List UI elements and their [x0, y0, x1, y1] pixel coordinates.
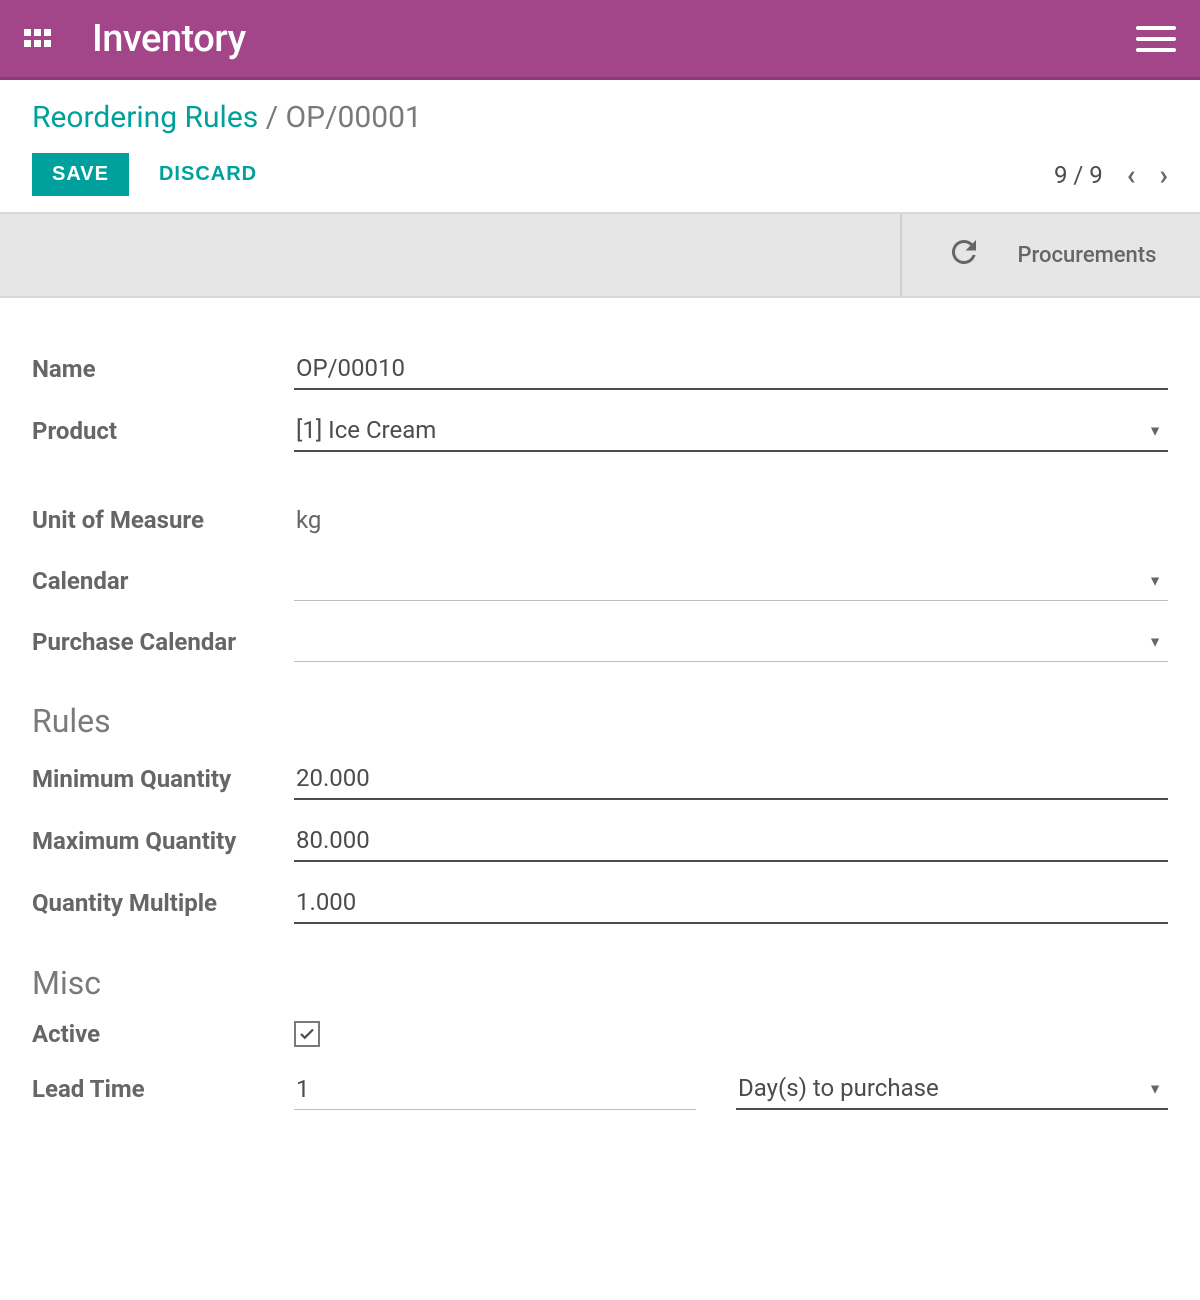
checkmark-icon: [298, 1025, 316, 1043]
app-header: Inventory: [0, 0, 1200, 80]
breadcrumb-parent-link[interactable]: Reordering Rules: [32, 100, 258, 135]
statbar: Procurements: [0, 212, 1200, 298]
lead-time-unit-select[interactable]: [736, 1068, 1168, 1110]
procurements-label: Procurements: [1018, 243, 1157, 268]
label-purchase-calendar: Purchase Calendar: [32, 628, 294, 656]
quantity-multiple-field[interactable]: [294, 882, 1168, 924]
section-misc: Misc: [32, 964, 1168, 1002]
pager-prev-icon[interactable]: ‹: [1127, 158, 1136, 191]
calendar-select[interactable]: [294, 560, 1168, 601]
section-rules: Rules: [32, 702, 1168, 740]
row-name: Name: [32, 348, 1168, 390]
row-calendar: Calendar ▼: [32, 560, 1168, 601]
procurements-button[interactable]: Procurements: [900, 214, 1200, 296]
apps-icon[interactable]: [24, 29, 52, 49]
label-name: Name: [32, 355, 294, 383]
label-uom: Unit of Measure: [32, 506, 294, 534]
label-max-qty: Maximum Quantity: [32, 827, 294, 855]
action-row: SAVE DISCARD 9 / 9 ‹ ›: [32, 153, 1168, 196]
pager-next-icon[interactable]: ›: [1160, 158, 1168, 191]
min-quantity-field[interactable]: [294, 758, 1168, 800]
uom-value: kg: [294, 500, 1168, 540]
refresh-icon: [946, 234, 982, 276]
label-active: Active: [32, 1020, 294, 1048]
row-max-qty: Maximum Quantity: [32, 820, 1168, 862]
statbar-spacer: [0, 214, 900, 296]
row-uom: Unit of Measure kg: [32, 500, 1168, 540]
purchase-calendar-select[interactable]: [294, 621, 1168, 662]
row-active: Active: [32, 1020, 1168, 1048]
row-purchase-calendar: Purchase Calendar ▼: [32, 621, 1168, 662]
app-title: Inventory: [92, 17, 246, 61]
row-qty-multiple: Quantity Multiple: [32, 882, 1168, 924]
name-field[interactable]: [294, 348, 1168, 390]
product-select[interactable]: [294, 410, 1168, 452]
row-lead-time: Lead Time ▼: [32, 1068, 1168, 1110]
breadcrumb-separator: /: [266, 100, 278, 135]
save-button[interactable]: SAVE: [32, 153, 129, 196]
row-product: Product ▼: [32, 410, 1168, 452]
pager: 9 / 9 ‹ ›: [1054, 158, 1168, 191]
discard-button[interactable]: DISCARD: [159, 163, 257, 186]
max-quantity-field[interactable]: [294, 820, 1168, 862]
label-qty-multiple: Quantity Multiple: [32, 889, 294, 917]
hamburger-menu-icon[interactable]: [1136, 26, 1176, 52]
row-min-qty: Minimum Quantity: [32, 758, 1168, 800]
label-calendar: Calendar: [32, 567, 294, 595]
form-sheet: Name Product ▼ Unit of Measure kg Calend…: [0, 298, 1200, 1160]
pager-count: 9 / 9: [1054, 161, 1103, 189]
label-min-qty: Minimum Quantity: [32, 765, 294, 793]
subheader: Reordering Rules / OP/00001 SAVE DISCARD…: [0, 80, 1200, 212]
active-checkbox[interactable]: [294, 1021, 320, 1047]
lead-time-field[interactable]: [294, 1068, 696, 1110]
label-lead-time: Lead Time: [32, 1075, 294, 1103]
breadcrumb-current: OP/00001: [286, 100, 422, 135]
label-product: Product: [32, 417, 294, 445]
breadcrumb: Reordering Rules / OP/00001: [32, 100, 1168, 135]
